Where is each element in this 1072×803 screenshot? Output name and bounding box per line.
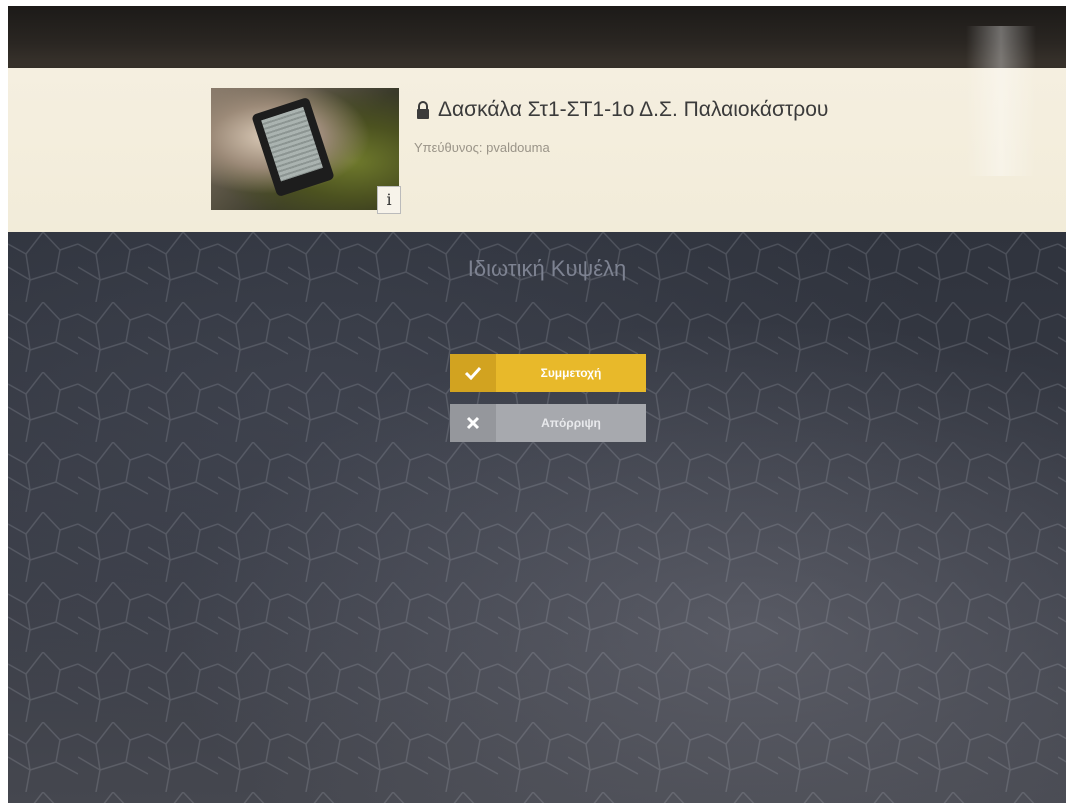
main-content: Ιδιωτική Κυψέλη Συμμετοχή Απόρριψη <box>8 232 1066 803</box>
hive-owner: Υπεύθυνος: pvaldouma <box>414 140 550 155</box>
lock-icon <box>416 101 430 119</box>
reject-button[interactable]: Απόρριψη <box>450 404 646 442</box>
photo-frame: i Δασκάλα Στ1-ΣΤ1-1ο Δ.Σ. Παλαιοκάστρου … <box>0 0 1072 803</box>
hive-header: i Δασκάλα Στ1-ΣΤ1-1ο Δ.Σ. Παλαιοκάστρου … <box>8 68 1066 232</box>
screen: i Δασκάλα Στ1-ΣΤ1-1ο Δ.Σ. Παλαιοκάστρου … <box>8 6 1066 803</box>
screen-top-bezel <box>8 6 1066 68</box>
join-button[interactable]: Συμμετοχή <box>450 354 646 392</box>
ereader-image <box>251 96 335 198</box>
reject-button-label: Απόρριψη <box>541 416 601 430</box>
hex-background-pattern <box>8 232 1066 803</box>
check-icon <box>450 354 496 392</box>
hive-thumbnail <box>211 88 399 210</box>
hive-type-heading: Ιδιωτική Κυψέλη <box>467 256 627 281</box>
x-icon <box>450 404 496 442</box>
info-button[interactable]: i <box>377 186 401 214</box>
hive-title-row: Δασκάλα Στ1-ΣΤ1-1ο Δ.Σ. Παλαιοκάστρου <box>416 98 828 122</box>
join-button-label: Συμμετοχή <box>540 366 602 380</box>
hive-title: Δασκάλα Στ1-ΣΤ1-1ο Δ.Σ. Παλαιοκάστρου <box>438 98 829 121</box>
